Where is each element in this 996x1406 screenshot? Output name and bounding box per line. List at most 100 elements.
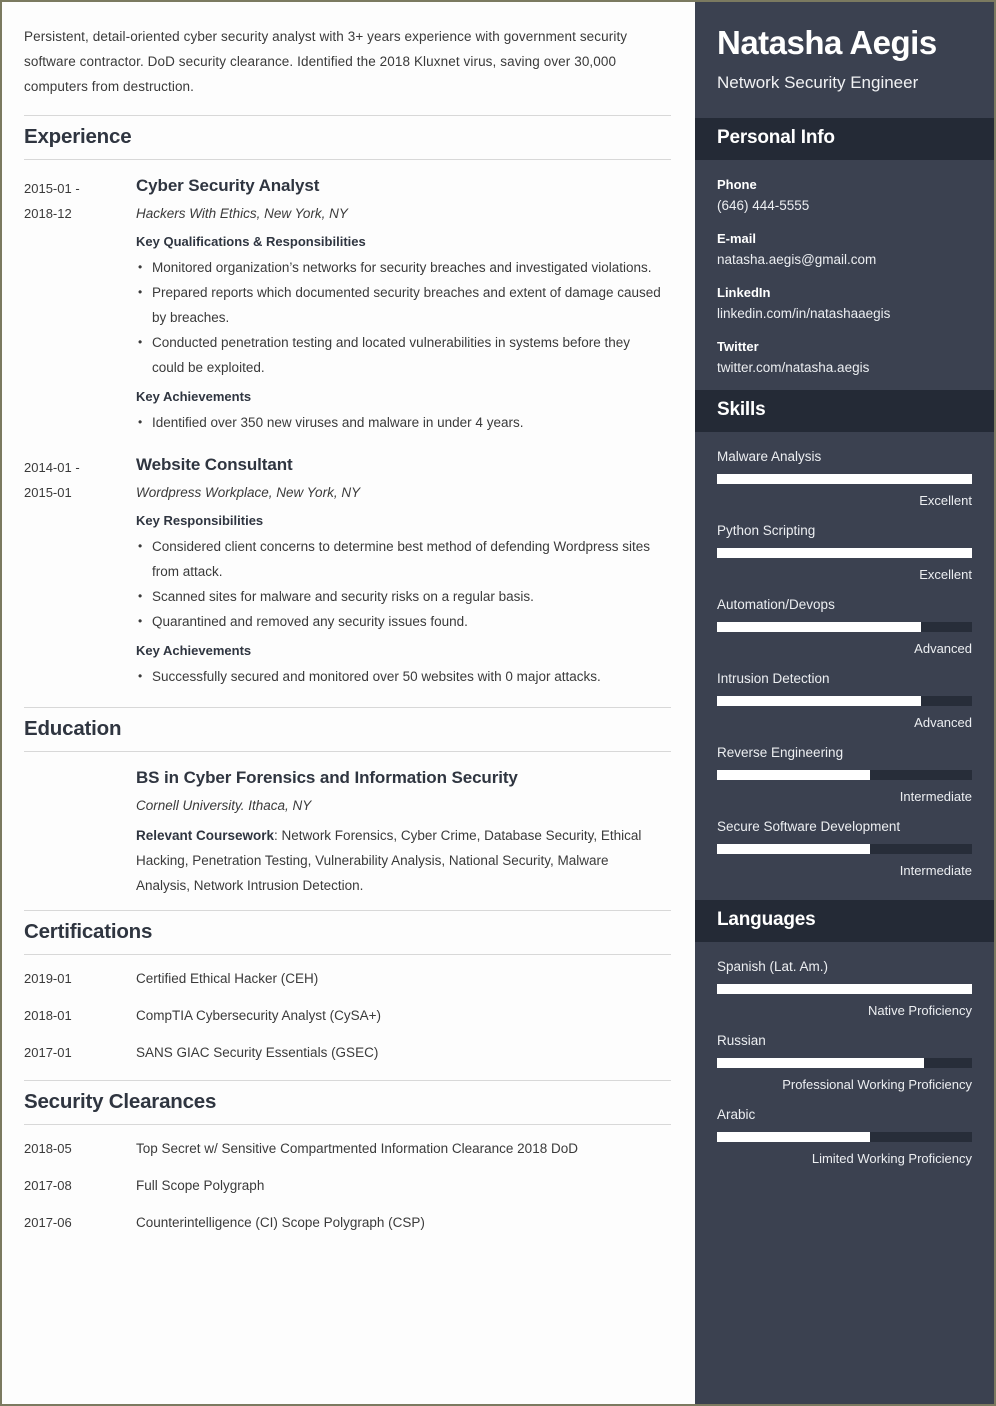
clearance-row-text: Counterintelligence (CI) Scope Polygraph…: [136, 1215, 425, 1230]
skill-item: Intrusion Detection Advanced: [717, 668, 972, 733]
experience-entry-date: 2015-01 -2018-12: [24, 181, 80, 221]
bullet-item: Conducted penetration testing and locate…: [136, 330, 663, 380]
personal-info-value: natasha.aegis@gmail.com: [717, 252, 877, 267]
certification-row-date: 2017-01: [24, 1045, 72, 1060]
personal-info-label: Phone: [717, 177, 757, 192]
skill-item-bar-track: [717, 770, 972, 780]
skill-item-level: Advanced: [914, 641, 972, 656]
bullet-group-heading: Key Qualifications & Responsibilities: [136, 234, 366, 249]
personal-info-label: E-mail: [717, 231, 757, 246]
skill-item-level: Advanced: [914, 715, 972, 730]
skill-item-name: Malware Analysis: [717, 449, 822, 464]
skill-item: Secure Software Development Intermediate: [717, 816, 972, 881]
employer-and-location: Wordpress Workplace, New York, NY: [136, 485, 361, 500]
skill-item-level: Intermediate: [899, 789, 972, 804]
language-item-name: Russian: [717, 1033, 766, 1048]
section-title-certifications: Certifications: [24, 910, 671, 955]
clearance-row-text: Full Scope Polygraph: [136, 1178, 265, 1193]
language-item-level: Limited Working Proficiency: [811, 1151, 972, 1166]
experience-entry: 2015-01 -2018-12 Cyber Security Analyst Ha…: [24, 174, 671, 441]
skill-item-bar-fill: [717, 622, 921, 632]
job-title-heading: Cyber Security Analyst: [136, 176, 320, 195]
bullet-item: Scanned sites for malware and security r…: [136, 584, 663, 609]
language-item: Arabic Limited Working Proficiency: [717, 1104, 972, 1169]
section-title-experience: Experience: [24, 115, 671, 160]
job-title-heading: Website Consultant: [136, 455, 293, 474]
skill-item-bar-track: [717, 474, 972, 484]
education-school: Cornell University. Ithaca, NY: [136, 798, 312, 813]
certification-row: 2017-01 SANS GIAC Security Essentials (GS…: [24, 1043, 671, 1063]
education-body: BS in Cyber Forensics and Information Se…: [136, 766, 671, 898]
skill-item-name: Secure Software Development: [717, 819, 901, 834]
personal-info-body: Phone (646) 444-5555 E-mail natasha.aegis@g…: [695, 160, 994, 390]
skill-item-level: Excellent: [919, 493, 972, 508]
sidebar-column: Natasha Aegis Network Security Engineer …: [695, 2, 994, 1404]
main-content-column: Persistent, detail-oriented cyber securi…: [2, 2, 695, 1404]
experience-entry: 2014-01 -2015-01 Website Consultant Wordpr…: [24, 453, 671, 695]
bullet-list: Successfully secured and monitored over …: [136, 664, 663, 689]
skill-item-name: Automation/Devops: [717, 597, 835, 612]
language-item: Russian Professional Working Proficiency: [717, 1030, 972, 1095]
skill-item-bar-fill: [717, 770, 870, 780]
personal-info-value: twitter.com/natasha.aegis: [717, 360, 870, 375]
personal-info-value: linkedin.com/in/natashaaegis: [717, 306, 891, 321]
language-item-bar-fill: [717, 1058, 924, 1068]
skill-item-bar-fill: [717, 474, 972, 484]
candidate-name: Natasha Aegis: [717, 24, 937, 61]
clearance-list: 2018-05 Top Secret w/ Sensitive Compartme…: [24, 1139, 671, 1233]
skill-item: Python Scripting Excellent: [717, 520, 972, 585]
bullet-item: Prepared reports which documented securi…: [136, 280, 663, 330]
bullet-item: Identified over 350 new viruses and malw…: [136, 410, 663, 435]
certification-row: 2019-01 Certified Ethical Hacker (CEH): [24, 969, 671, 989]
section-education: Education BS in Cyber Forensics and Info…: [24, 707, 671, 898]
language-item-bar-fill: [717, 984, 972, 994]
skill-item: Malware Analysis Excellent: [717, 446, 972, 511]
coursework-label: Relevant Coursework: [136, 828, 275, 843]
skill-item-bar-fill: [717, 696, 921, 706]
skill-item-name: Python Scripting: [717, 523, 816, 538]
bullet-list: Monitored organization’s networks for se…: [136, 255, 663, 380]
resume-page: Persistent, detail-oriented cyber securi…: [0, 0, 996, 1406]
skill-item-level: Intermediate: [899, 863, 972, 878]
skill-item-level: Excellent: [919, 567, 972, 582]
skill-item-name: Reverse Engineering: [717, 745, 844, 760]
clearance-row: 2018-05 Top Secret w/ Sensitive Compartme…: [24, 1139, 671, 1159]
skills-body: Malware Analysis Excellent Python Scriptin…: [695, 432, 994, 900]
personal-info-label: Twitter: [717, 339, 759, 354]
certification-row-date: 2019-01: [24, 971, 72, 986]
languages-body: Spanish (Lat. Am.) Native Proficiency Russ…: [695, 942, 994, 1188]
bullet-group-heading: Key Responsibilities: [136, 513, 264, 528]
clearance-row: 2017-06 Counterintelligence (CI) Scope Po…: [24, 1213, 671, 1233]
bullet-item: Considered client concerns to determine …: [136, 534, 663, 584]
skill-item-bar-track: [717, 622, 972, 632]
skill-item-bar-track: [717, 844, 972, 854]
skill-item-bar-track: [717, 548, 972, 558]
education-degree: BS in Cyber Forensics and Information Se…: [136, 768, 518, 787]
certification-row-text: CompTIA Cybersecurity Analyst (CySA+): [136, 1008, 381, 1023]
clearance-row-date: 2017-08: [24, 1178, 72, 1193]
bullet-group-heading: Key Achievements: [136, 389, 252, 404]
certification-row-text: Certified Ethical Hacker (CEH): [136, 971, 319, 986]
language-item-level: Professional Working Proficiency: [782, 1077, 972, 1092]
skill-item-bar-fill: [717, 844, 870, 854]
section-title-security-clearances: Security Clearances: [24, 1080, 671, 1125]
bullet-item: Monitored organization’s networks for se…: [136, 255, 663, 280]
language-item-name: Arabic: [717, 1107, 756, 1122]
bullet-group-heading: Key Achievements: [136, 643, 252, 658]
bullet-item: Quarantined and removed any security iss…: [136, 609, 663, 634]
language-item-name: Spanish (Lat. Am.): [717, 959, 829, 974]
language-item-bar-track: [717, 984, 972, 994]
language-item: Spanish (Lat. Am.) Native Proficiency: [717, 956, 972, 1021]
experience-entry-date: 2014-01 -2015-01: [24, 460, 80, 500]
name-block: Natasha Aegis Network Security Engineer: [695, 2, 994, 118]
certification-row-text: SANS GIAC Security Essentials (GSEC): [136, 1045, 379, 1060]
skill-item-bar-track: [717, 696, 972, 706]
language-item-level: Native Proficiency: [867, 1003, 972, 1018]
section-certifications: Certifications 2019-01 Certified Ethical …: [24, 910, 671, 1063]
experience-entry-body: Cyber Security Analyst Hackers With Ethic…: [136, 174, 671, 441]
education-entry: BS in Cyber Forensics and Information Se…: [24, 766, 671, 898]
sidebar-header-skills: Skills: [695, 390, 994, 432]
skill-item: Reverse Engineering Intermediate: [717, 742, 972, 807]
section-title-education: Education: [24, 707, 671, 752]
bullet-list: Identified over 350 new viruses and malw…: [136, 410, 663, 435]
